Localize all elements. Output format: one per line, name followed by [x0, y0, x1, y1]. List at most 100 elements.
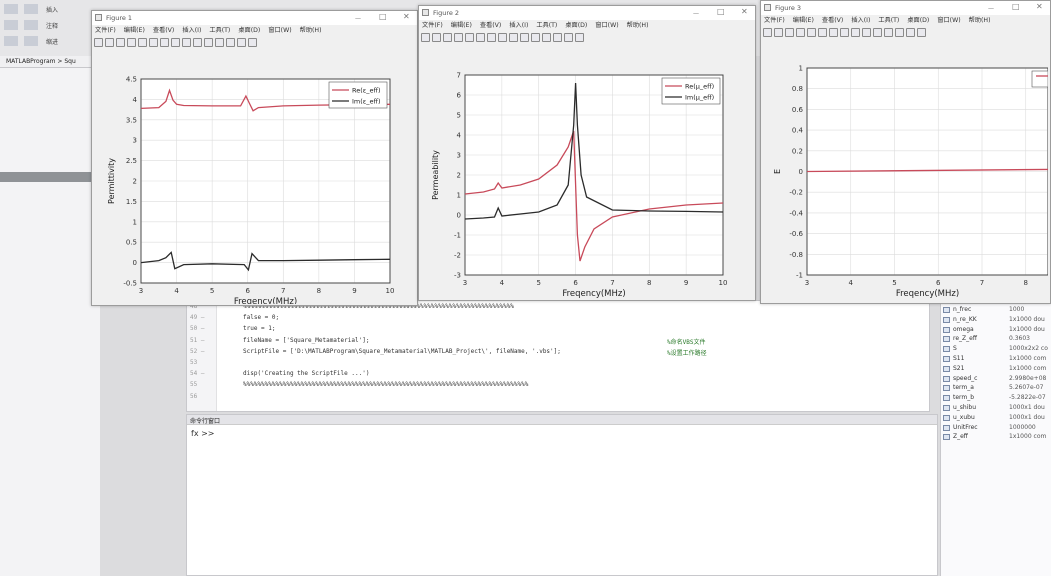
workspace-variable[interactable]: Z_eff 1x1000 com: [941, 433, 1051, 443]
code-text[interactable]: false = 0;: [243, 314, 279, 321]
figure-menu-item[interactable]: 窗口(W): [937, 15, 960, 27]
code-text[interactable]: fileName = ['Square_Metamaterial'];: [243, 337, 369, 344]
figure-menu-item[interactable]: 窗口(W): [268, 25, 291, 37]
maximize-icon[interactable]: □: [379, 12, 387, 21]
code-line[interactable]: 56: [187, 393, 927, 404]
figure-menu-item[interactable]: 帮助(H): [969, 15, 991, 27]
rotate-icon[interactable]: [851, 28, 860, 37]
legend[interactable]: Re(μ_eff) Im(μ_eff): [661, 77, 721, 105]
save-icon[interactable]: [443, 33, 452, 42]
workspace-variable[interactable]: u_shibu 1000x1 dou: [941, 404, 1051, 414]
code-line[interactable]: 51 — fileName = ['Square_Metamaterial'];%…: [187, 337, 927, 348]
workspace-variable[interactable]: speed_c 2.9980e+08: [941, 375, 1051, 385]
save-icon[interactable]: [785, 28, 794, 37]
code-text[interactable]: ScriptFile = ['D:\MATLABProgram\Square_M…: [243, 348, 561, 355]
grid-icon[interactable]: [906, 28, 915, 37]
code-text[interactable]: %%%%%%%%%%%%%%%%%%%%%%%%%%%%%%%%%%%%%%%%…: [243, 381, 528, 388]
figure-menu-item[interactable]: 桌面(D): [907, 15, 929, 27]
figure-menu-item[interactable]: 窗口(W): [595, 20, 618, 32]
minimize-icon[interactable]: —: [988, 5, 994, 12]
grid-icon[interactable]: [237, 38, 246, 47]
datatip-icon[interactable]: [193, 38, 202, 47]
workspace-variable[interactable]: term_a 5.2607e-07: [941, 384, 1051, 394]
dock-icon[interactable]: [917, 28, 926, 37]
toolstrip-icon[interactable]: [24, 36, 38, 46]
command-window[interactable]: 命令行窗口 fx >>: [186, 414, 938, 576]
code-line[interactable]: 50 — true = 1;: [187, 325, 927, 336]
figure-titlebar[interactable]: Figure 3 — □ ✕: [761, 1, 1050, 15]
toolstrip-indent-label[interactable]: 缩进: [44, 37, 60, 46]
open-icon[interactable]: [774, 28, 783, 37]
zoom-in-icon[interactable]: [476, 33, 485, 42]
figure-menu-item[interactable]: 插入(I): [182, 25, 201, 37]
workspace-variable[interactable]: term_b -5.2822e-07: [941, 394, 1051, 404]
maximize-icon[interactable]: □: [717, 7, 725, 16]
print-icon[interactable]: [796, 28, 805, 37]
figure-menu-item[interactable]: 文件(F): [95, 25, 116, 37]
workspace-variable[interactable]: u_xubu 1000x1 dou: [941, 414, 1051, 424]
figure-menu-item[interactable]: 编辑(E): [793, 15, 814, 27]
toolstrip-icon[interactable]: [24, 20, 38, 30]
figure-menu-item[interactable]: 编辑(E): [451, 20, 472, 32]
zoom-in-icon[interactable]: [818, 28, 827, 37]
figure-window-3[interactable]: Figure 3 — □ ✕ 文件(F) 编辑(E) 查看(V) 插入(I) 工具(T) 桌面(D…: [760, 0, 1051, 304]
minimize-icon[interactable]: —: [355, 15, 361, 22]
figure-canvas[interactable]: 3 4 5 6 7 8 9 10 -0.5 0 0.5 1 1.5 2 2.5 3 3.5 4 4.5 Freqenc…: [92, 50, 415, 304]
pointer-icon[interactable]: [807, 28, 816, 37]
legend[interactable]: [1031, 70, 1048, 88]
legend-icon[interactable]: [895, 28, 904, 37]
pointer-icon[interactable]: [138, 38, 147, 47]
code-line[interactable]: 55%%%%%%%%%%%%%%%%%%%%%%%%%%%%%%%%%%%%%%…: [187, 381, 927, 392]
figure-menu-item[interactable]: 查看(V): [480, 20, 501, 32]
new-figure-icon[interactable]: [763, 28, 772, 37]
zoom-out-icon[interactable]: [829, 28, 838, 37]
pointer-icon[interactable]: [465, 33, 474, 42]
code-line[interactable]: 49 — false = 0;: [187, 314, 927, 325]
command-prompt[interactable]: fx >>: [191, 429, 215, 438]
code-editor[interactable]: 48%%%%%%%%%%%%%%%%%%%%%%%%%%%%%%%%%%%%%%…: [186, 300, 930, 412]
figure-menu-item[interactable]: 插入(I): [851, 15, 870, 27]
figure-menu-item[interactable]: 文件(F): [422, 20, 443, 32]
figure-menu-item[interactable]: 工具(T): [536, 20, 557, 32]
brush-icon[interactable]: [204, 38, 213, 47]
figure-menu-item[interactable]: 桌面(D): [565, 20, 587, 32]
figure-menu-item[interactable]: 桌面(D): [238, 25, 260, 37]
zoom-out-icon[interactable]: [487, 33, 496, 42]
brush-icon[interactable]: [531, 33, 540, 42]
figure-menu-item[interactable]: 工具(T): [209, 25, 230, 37]
rotate-icon[interactable]: [509, 33, 518, 42]
legend-icon[interactable]: [553, 33, 562, 42]
dock-icon[interactable]: [248, 38, 257, 47]
workspace-variable[interactable]: UnitFrec 1000000: [941, 424, 1051, 434]
legend-icon[interactable]: [226, 38, 235, 47]
workspace-variable[interactable]: omega 1x1000 dou: [941, 326, 1051, 336]
colorbar-icon[interactable]: [215, 38, 224, 47]
pan-icon[interactable]: [840, 28, 849, 37]
current-folder-pane[interactable]: [0, 68, 100, 576]
figure-menu-item[interactable]: 工具(T): [878, 15, 899, 27]
maximize-icon[interactable]: □: [1012, 2, 1020, 11]
print-icon[interactable]: [454, 33, 463, 42]
toolstrip-insert-label[interactable]: 插入: [44, 5, 60, 14]
new-figure-icon[interactable]: [421, 33, 430, 42]
workspace-variable[interactable]: S21 1x1000 com: [941, 365, 1051, 375]
figure-canvas[interactable]: 3 4 5 6 7 8 -1 -0.8 -0.6 -0.4 -0.2 0 0.2 0.4 0.6 0.8 1 Fr…: [761, 40, 1048, 302]
workspace-variable[interactable]: S 1000x2x2 co: [941, 345, 1051, 355]
legend[interactable]: Re(ε_eff) Im(ε_eff): [328, 81, 388, 109]
datatip-icon[interactable]: [862, 28, 871, 37]
brush-icon[interactable]: [873, 28, 882, 37]
workspace-variable[interactable]: n_re_KK 1x1000 dou: [941, 316, 1051, 326]
code-line[interactable]: 54 — disp('Creating the ScriptFile ...'): [187, 370, 927, 381]
figure-canvas[interactable]: 3 4 5 6 7 8 9 10 -3 -2 -1 0 1 2 3 4 5 6 7 Freqency(MHz) Perm…: [419, 45, 753, 299]
datatip-icon[interactable]: [520, 33, 529, 42]
toolstrip-comment-label[interactable]: 注释: [44, 21, 60, 30]
toolstrip-icon[interactable]: [4, 36, 18, 46]
minimize-icon[interactable]: —: [693, 10, 699, 17]
code-line[interactable]: 52 — ScriptFile = ['D:\MATLABProgram\Squa…: [187, 348, 927, 359]
zoom-in-icon[interactable]: [149, 38, 158, 47]
code-text[interactable]: disp('Creating the ScriptFile ...'): [243, 370, 369, 377]
workspace-variable[interactable]: S11 1x1000 com: [941, 355, 1051, 365]
dock-icon[interactable]: [575, 33, 584, 42]
toolstrip-icon[interactable]: [4, 4, 18, 14]
open-icon[interactable]: [105, 38, 114, 47]
